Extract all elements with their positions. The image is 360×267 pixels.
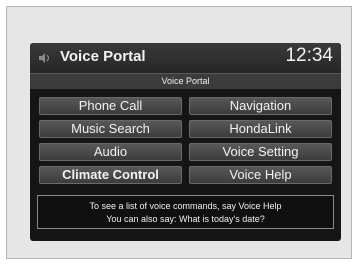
navigation-button[interactable]: Navigation <box>189 97 332 115</box>
phone-call-button[interactable]: Phone Call <box>39 97 182 115</box>
audio-button[interactable]: Audio <box>39 143 182 161</box>
hondalink-button[interactable]: HondaLink <box>189 120 332 138</box>
info-box: To see a list of voice commands, say Voi… <box>37 195 334 229</box>
info-line-2: You can also say: What is today's date? <box>106 214 265 224</box>
music-search-button[interactable]: Music Search <box>39 120 182 138</box>
subtitle-bar: Voice Portal <box>30 73 341 89</box>
voice-icon <box>39 53 50 63</box>
status-header: Voice Portal 12:34 <box>30 43 341 73</box>
infotainment-screen: Voice Portal 12:34 Voice Portal Phone Ca… <box>30 43 341 241</box>
climate-control-button[interactable]: Climate Control <box>39 166 182 184</box>
clock: 12:34 <box>285 45 333 66</box>
voice-setting-button[interactable]: Voice Setting <box>189 143 332 161</box>
info-line-1: To see a list of voice commands, say Voi… <box>89 201 282 211</box>
voice-help-button[interactable]: Voice Help <box>189 166 332 184</box>
subtitle: Voice Portal <box>161 76 210 86</box>
screen-title: Voice Portal <box>60 48 146 65</box>
